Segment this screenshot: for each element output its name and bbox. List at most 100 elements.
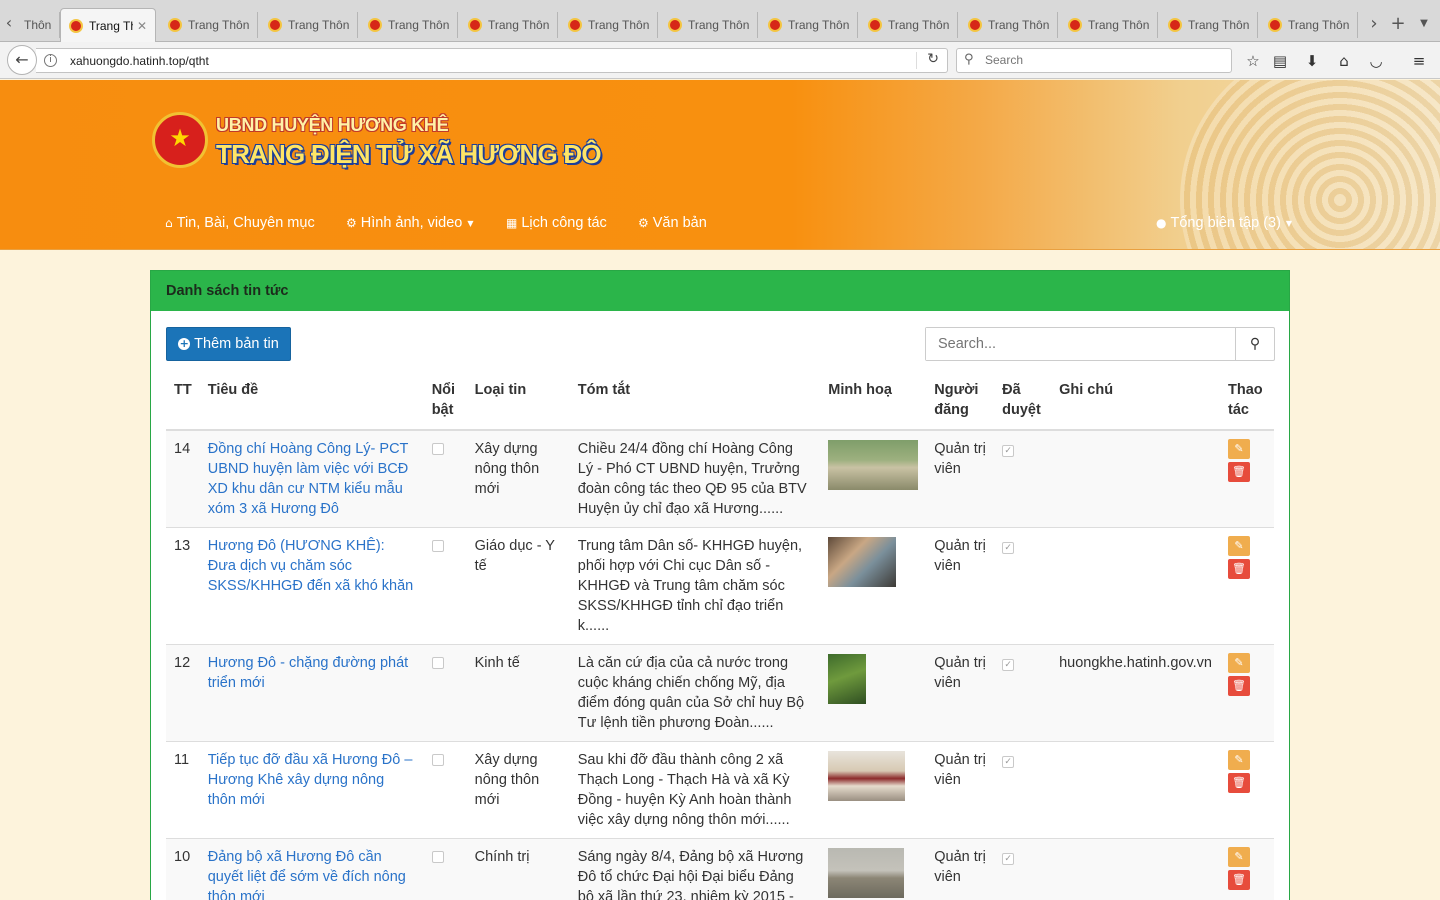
browser-search-box[interactable]: ⚲ <box>956 48 1232 73</box>
nav-item-media[interactable]: ⚙ Hình ảnh, video ▼ <box>346 215 474 231</box>
browser-tab[interactable]: Trang Thôn <box>160 12 258 38</box>
delete-icon[interactable]: 🗑 <box>1228 676 1250 696</box>
url-text[interactable]: xahuongdo.hatinh.top/qtht <box>70 54 209 68</box>
row-note: huongkhe.hatinh.gov.vn <box>1051 644 1220 742</box>
pocket-icon[interactable]: ◡ <box>1365 50 1387 72</box>
site-favicon-icon <box>868 18 882 32</box>
row-category: Chính trị <box>466 838 570 900</box>
nav-item-schedule[interactable]: ▦ Lịch công tác <box>506 215 607 231</box>
add-news-button[interactable]: + Thêm bản tin <box>166 327 291 361</box>
browser-tab[interactable]: Trang Thôn <box>660 12 758 38</box>
approved-checkbox[interactable]: ✓ <box>1002 659 1015 671</box>
featured-checkbox[interactable] <box>431 851 444 863</box>
news-title-link[interactable]: Tiếp tục đỡ đầu xã Hương Đô – Hương Khê … <box>208 752 413 808</box>
site-favicon-icon <box>968 18 982 32</box>
news-title-link[interactable]: Hương Đô (HƯƠNG KHÊ): Đưa dịch vụ chăm s… <box>208 538 414 594</box>
national-emblem-logo[interactable]: ★ <box>152 112 208 168</box>
featured-checkbox[interactable] <box>431 754 444 766</box>
site-favicon-icon <box>1168 18 1182 32</box>
col-header-author: Người đăng <box>926 373 995 431</box>
browser-tab[interactable]: Trang Thôn <box>1260 12 1358 38</box>
search-button-icon[interactable]: ⚲ <box>1235 328 1274 360</box>
browser-tab[interactable]: Trang Thôn <box>1060 12 1158 38</box>
browser-tab[interactable]: Trang Thôn <box>560 12 658 38</box>
featured-checkbox[interactable] <box>431 540 444 552</box>
row-summary: Chiều 24/4 đồng chí Hoàng Công Lý - Phó … <box>569 429 821 528</box>
news-thumbnail-image <box>828 848 905 898</box>
news-title-link[interactable]: Đồng chí Hoàng Công Lý- PCT UBND huyện l… <box>208 441 408 517</box>
new-tab-icon[interactable]: + <box>1386 10 1410 38</box>
site-favicon-icon <box>468 18 482 32</box>
table-search-input[interactable] <box>926 328 1236 360</box>
browser-tab[interactable]: Trang Thôn <box>760 12 858 38</box>
edit-icon[interactable]: ✎ <box>1228 847 1250 867</box>
info-icon[interactable]: i <box>44 54 57 67</box>
site-favicon-icon <box>69 18 83 33</box>
user-menu[interactable]: ● Tổng biên tập (3) ▼ <box>1156 215 1292 231</box>
approved-checkbox[interactable]: ✓ <box>1002 445 1015 457</box>
delete-icon[interactable]: 🗑 <box>1228 559 1250 579</box>
reading-list-icon[interactable]: ▤ <box>1269 50 1291 72</box>
tab-title: Trang Thôn <box>1188 18 1250 32</box>
news-thumbnail-image <box>828 654 867 704</box>
reload-icon[interactable]: ↻ <box>927 51 939 67</box>
browser-search-input[interactable] <box>985 53 1225 67</box>
tab-title: Trang Thôn <box>388 18 450 32</box>
row-tt: 11 <box>166 741 200 839</box>
row-tt: 12 <box>166 644 200 742</box>
browser-tab[interactable]: Trang Thôn <box>860 12 958 38</box>
menu-hamburger-icon[interactable]: ≡ <box>1408 50 1430 72</box>
tab-title: Trang Thôn <box>688 18 750 32</box>
browser-tab[interactable]: Trang Thôn <box>460 12 558 38</box>
bookmark-star-icon[interactable]: ☆ <box>1242 50 1264 72</box>
browser-tab[interactable]: Trang Thôn <box>960 12 1058 38</box>
tab-title: Trang Th <box>89 18 133 33</box>
tab-title: Trang Thôn <box>288 18 350 32</box>
site-title[interactable]: TRANG ĐIỆN TỬ XÃ HƯƠNG ĐÔ <box>216 139 602 170</box>
approved-checkbox[interactable]: ✓ <box>1002 542 1015 554</box>
row-note <box>1051 838 1220 900</box>
edit-icon[interactable]: ✎ <box>1228 439 1250 459</box>
browser-tab[interactable]: Trang Thôn <box>1160 12 1258 38</box>
browser-tab-bar: ‹ Thôn Trang Th ✕ Trang Thôn Trang Thôn … <box>0 0 1440 42</box>
tab-scroll-right-icon[interactable]: › <box>1362 10 1386 38</box>
featured-checkbox[interactable] <box>431 657 444 669</box>
news-title-link[interactable]: Hương Đô - chặng đường phát triển mới <box>208 655 408 691</box>
row-author: Quản trị viên <box>926 429 995 528</box>
delete-icon[interactable]: 🗑 <box>1228 773 1250 793</box>
back-arrow-icon[interactable]: ← <box>7 45 37 75</box>
approved-checkbox[interactable]: ✓ <box>1002 853 1015 865</box>
edit-icon[interactable]: ✎ <box>1228 750 1250 770</box>
browser-tab[interactable]: Thôn <box>16 12 60 38</box>
nav-item-documents[interactable]: ⚙ Văn bản <box>638 215 707 231</box>
tab-title: Trang Thôn <box>1088 18 1150 32</box>
table-row: 13 Hương Đô (HƯƠNG KHÊ): Đưa dịch vụ chă… <box>166 527 1274 645</box>
edit-icon[interactable]: ✎ <box>1228 536 1250 556</box>
browser-tab[interactable]: Trang Thôn <box>260 12 358 38</box>
url-bar[interactable]: i xahuongdo.hatinh.top/qtht ↻ <box>36 48 948 73</box>
delete-icon[interactable]: 🗑 <box>1228 870 1250 890</box>
row-note <box>1051 429 1220 528</box>
site-favicon-icon <box>768 18 782 32</box>
browser-tab[interactable]: Trang Thôn <box>360 12 458 38</box>
home-icon[interactable]: ⌂ <box>1333 50 1355 72</box>
col-header-summary: Tóm tắt <box>569 373 821 431</box>
news-title-link[interactable]: Đảng bộ xã Hương Đô cần quyết liệt để sớ… <box>208 849 406 900</box>
edit-icon[interactable]: ✎ <box>1228 653 1250 673</box>
tab-title: Thôn <box>24 18 52 32</box>
approved-checkbox[interactable]: ✓ <box>1002 756 1015 768</box>
close-tab-icon[interactable]: ✕ <box>137 19 147 33</box>
row-summary: Sau khi đỡ đầu thành công 2 xã Thạch Lon… <box>569 741 821 839</box>
row-summary: Là căn cứ địa của cả nước trong cuộc khá… <box>569 644 821 742</box>
col-header-image: Minh hoạ <box>820 373 927 431</box>
browser-tab-active[interactable]: Trang Th ✕ <box>60 8 156 42</box>
tab-title: Trang Thôn <box>488 18 550 32</box>
nav-item-news[interactable]: ⌂ Tin, Bài, Chuyên mục <box>165 215 315 231</box>
download-icon[interactable]: ⬇ <box>1301 50 1323 72</box>
url-divider <box>916 52 917 69</box>
featured-checkbox[interactable] <box>431 443 444 455</box>
tab-list-chevron-icon[interactable]: ▼ <box>1412 10 1436 38</box>
delete-icon[interactable]: 🗑 <box>1228 462 1250 482</box>
site-org-name: UBND HUYỆN HƯƠNG KHÊ <box>216 115 449 135</box>
search-icon: ⚲ <box>964 52 974 67</box>
